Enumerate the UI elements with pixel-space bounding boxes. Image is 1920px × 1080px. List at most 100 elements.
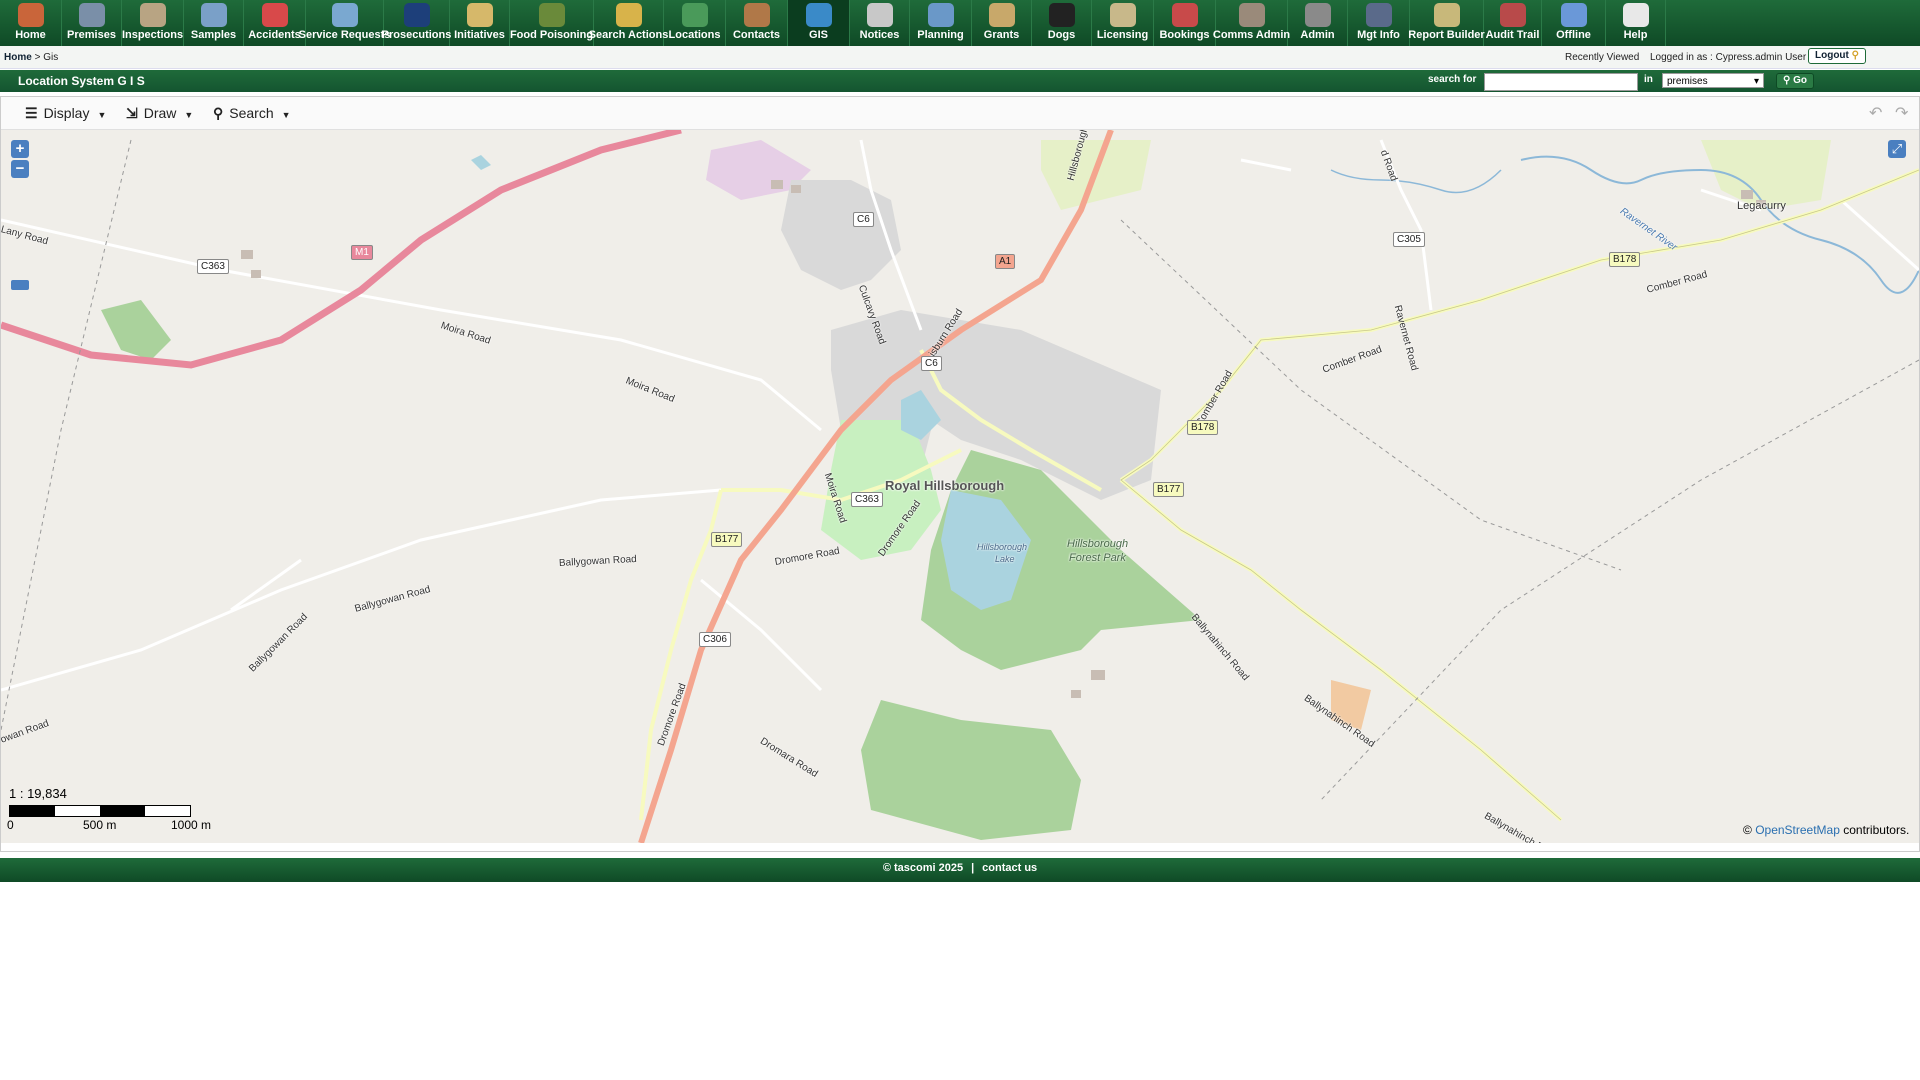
folder-icon	[615, 3, 642, 27]
nav-item-service-requests[interactable]: Service Requests	[299, 0, 390, 46]
nav-item-contacts[interactable]: Contacts	[726, 0, 788, 46]
search-input[interactable]	[1484, 73, 1638, 91]
zoom-in-button[interactable]: +	[11, 140, 29, 158]
nav-item-offline[interactable]: Offline	[1542, 0, 1606, 46]
bug-icon	[538, 3, 565, 27]
envelope-icon	[466, 3, 493, 27]
nav-item-label: Grants	[983, 29, 1020, 41]
nav-item-grants[interactable]: Grants	[972, 0, 1032, 46]
nav-item-audit-trail[interactable]: Audit Trail	[1484, 0, 1542, 46]
go-button[interactable]: ⚲ Go	[1776, 73, 1814, 89]
draw-menu[interactable]: ⇲ Draw ▼	[126, 105, 193, 122]
nav-item-label: GIS	[809, 29, 828, 41]
nav-item-label: Licensing	[1096, 29, 1149, 41]
nav-item-planning[interactable]: Planning	[910, 0, 972, 46]
nav-item-notices[interactable]: Notices	[850, 0, 910, 46]
search-scope-select[interactable]: premises ▾	[1662, 73, 1764, 88]
secondary-road-edges	[1120, 169, 1919, 821]
nav-item-licensing[interactable]: Licensing	[1092, 0, 1154, 46]
nav-item-label: Food Poisoning	[509, 29, 594, 41]
footer: © tascomi 2025 | contact us	[0, 858, 1920, 882]
attribution-copyright: ©	[1743, 823, 1752, 837]
nav-item-label: Offline	[1556, 29, 1591, 41]
gavel-icon	[403, 3, 430, 27]
breadcrumb-separator: >	[34, 52, 41, 63]
nav-item-inspections[interactable]: Inspections	[122, 0, 184, 46]
wrench-icon	[1304, 3, 1331, 27]
undo-icon[interactable]: ↶	[1869, 103, 1882, 123]
nav-item-food-poisoning[interactable]: Food Poisoning	[510, 0, 594, 46]
nav-item-label: Contacts	[732, 29, 781, 41]
nav-item-samples[interactable]: Samples	[184, 0, 244, 46]
nav-item-label: Service Requests	[298, 29, 391, 41]
map-attribution: © OpenStreetMap contributors.	[1743, 823, 1909, 837]
openstreetmap-link[interactable]: OpenStreetMap	[1755, 823, 1840, 837]
map-label-lake2: Lake	[995, 554, 1015, 564]
nav-item-help[interactable]: Help	[1606, 0, 1666, 46]
chevron-down-icon: ▾	[1753, 76, 1759, 87]
map-label-forest2: Forest Park	[1069, 552, 1126, 564]
search-icon: ⚲	[213, 105, 224, 121]
road-shield-b178b: B178	[1609, 252, 1641, 267]
document-icon	[331, 3, 358, 27]
nav-item-initiatives[interactable]: Initiatives	[450, 0, 510, 46]
search-menu[interactable]: ⚲ Search ▼	[213, 105, 291, 122]
road-shield-c6b: C6	[921, 356, 942, 371]
manager-icon	[1365, 3, 1392, 27]
road-shield-b178a: B178	[1187, 420, 1219, 435]
nav-item-admin[interactable]: Admin	[1288, 0, 1348, 46]
nav-item-label: Initiatives	[454, 29, 505, 41]
road-shield-c306: C306	[699, 632, 731, 647]
road-shield-b177a: B177	[1153, 482, 1185, 497]
breadcrumb-home[interactable]: Home	[4, 52, 32, 63]
map-globe-icon	[805, 3, 832, 27]
redo-icon[interactable]: ↷	[1895, 103, 1908, 123]
draw-label: Draw	[143, 105, 177, 121]
woodland-west	[101, 300, 171, 360]
residential-area-north	[781, 180, 901, 290]
person-icon	[743, 3, 770, 27]
woodland-south	[861, 700, 1081, 840]
nav-item-bookings[interactable]: Bookings	[1154, 0, 1216, 46]
nav-item-locations[interactable]: Locations	[664, 0, 726, 46]
nav-item-mgt-info[interactable]: Mgt Info	[1348, 0, 1410, 46]
nav-item-label: Locations	[668, 29, 721, 41]
recently-viewed-link[interactable]: Recently Viewed	[1565, 52, 1639, 63]
zoom-out-button[interactable]: −	[11, 160, 29, 178]
nav-item-premises[interactable]: Premises	[62, 0, 122, 46]
nav-item-accidents[interactable]: Accidents	[244, 0, 306, 46]
road-shield-a1: A1	[995, 254, 1016, 269]
zoom-slider-handle[interactable]	[11, 280, 29, 290]
scale-tick-1000: 1000 m	[171, 818, 212, 832]
nav-item-label: Comms Admin	[1212, 29, 1291, 41]
fullscreen-button[interactable]: ⤢	[1888, 140, 1906, 158]
layers-icon: ☰	[25, 105, 38, 121]
offline-folder-icon	[1560, 3, 1587, 27]
scale-tick-500: 500 m	[83, 818, 117, 832]
display-menu[interactable]: ☰ Display ▼	[25, 105, 106, 122]
map-canvas[interactable]: Royal Hillsborough Hillsborough Forest Par…	[1, 130, 1919, 843]
page-title: Location System G I S	[18, 74, 145, 88]
nav-item-prosecutions[interactable]: Prosecutions	[382, 0, 451, 46]
nav-item-label: Search Actions	[588, 29, 669, 41]
nav-item-search-actions[interactable]: Search Actions	[589, 0, 668, 46]
map-label-legacurry: Legacurry	[1737, 200, 1786, 212]
nav-item-dogs[interactable]: Dogs	[1032, 0, 1092, 46]
nav-item-home[interactable]: Home	[0, 0, 62, 46]
expand-icon: ⤢	[1891, 141, 1903, 156]
paw-icon	[1048, 3, 1075, 27]
home-icon	[17, 3, 44, 27]
road-shield-c363a: C363	[197, 259, 229, 274]
title-bar: Location System G I S search for in prem…	[0, 70, 1920, 92]
nav-item-label: Dogs	[1047, 29, 1076, 41]
logout-button[interactable]: Logout ⚲	[1808, 48, 1866, 64]
globe-icon	[681, 3, 708, 27]
map-label-forest: Hillsborough	[1067, 538, 1129, 550]
search-scope-value: premises	[1667, 76, 1708, 87]
contact-us-link[interactable]: contact us	[982, 862, 1037, 874]
nav-item-label: Notices	[859, 29, 900, 41]
nav-item-report-builder[interactable]: Report Builder	[1408, 0, 1485, 46]
nav-item-gis[interactable]: GIS	[788, 0, 850, 46]
nav-item-comms-admin[interactable]: Comms Admin	[1212, 0, 1291, 46]
flask-icon	[200, 3, 227, 27]
